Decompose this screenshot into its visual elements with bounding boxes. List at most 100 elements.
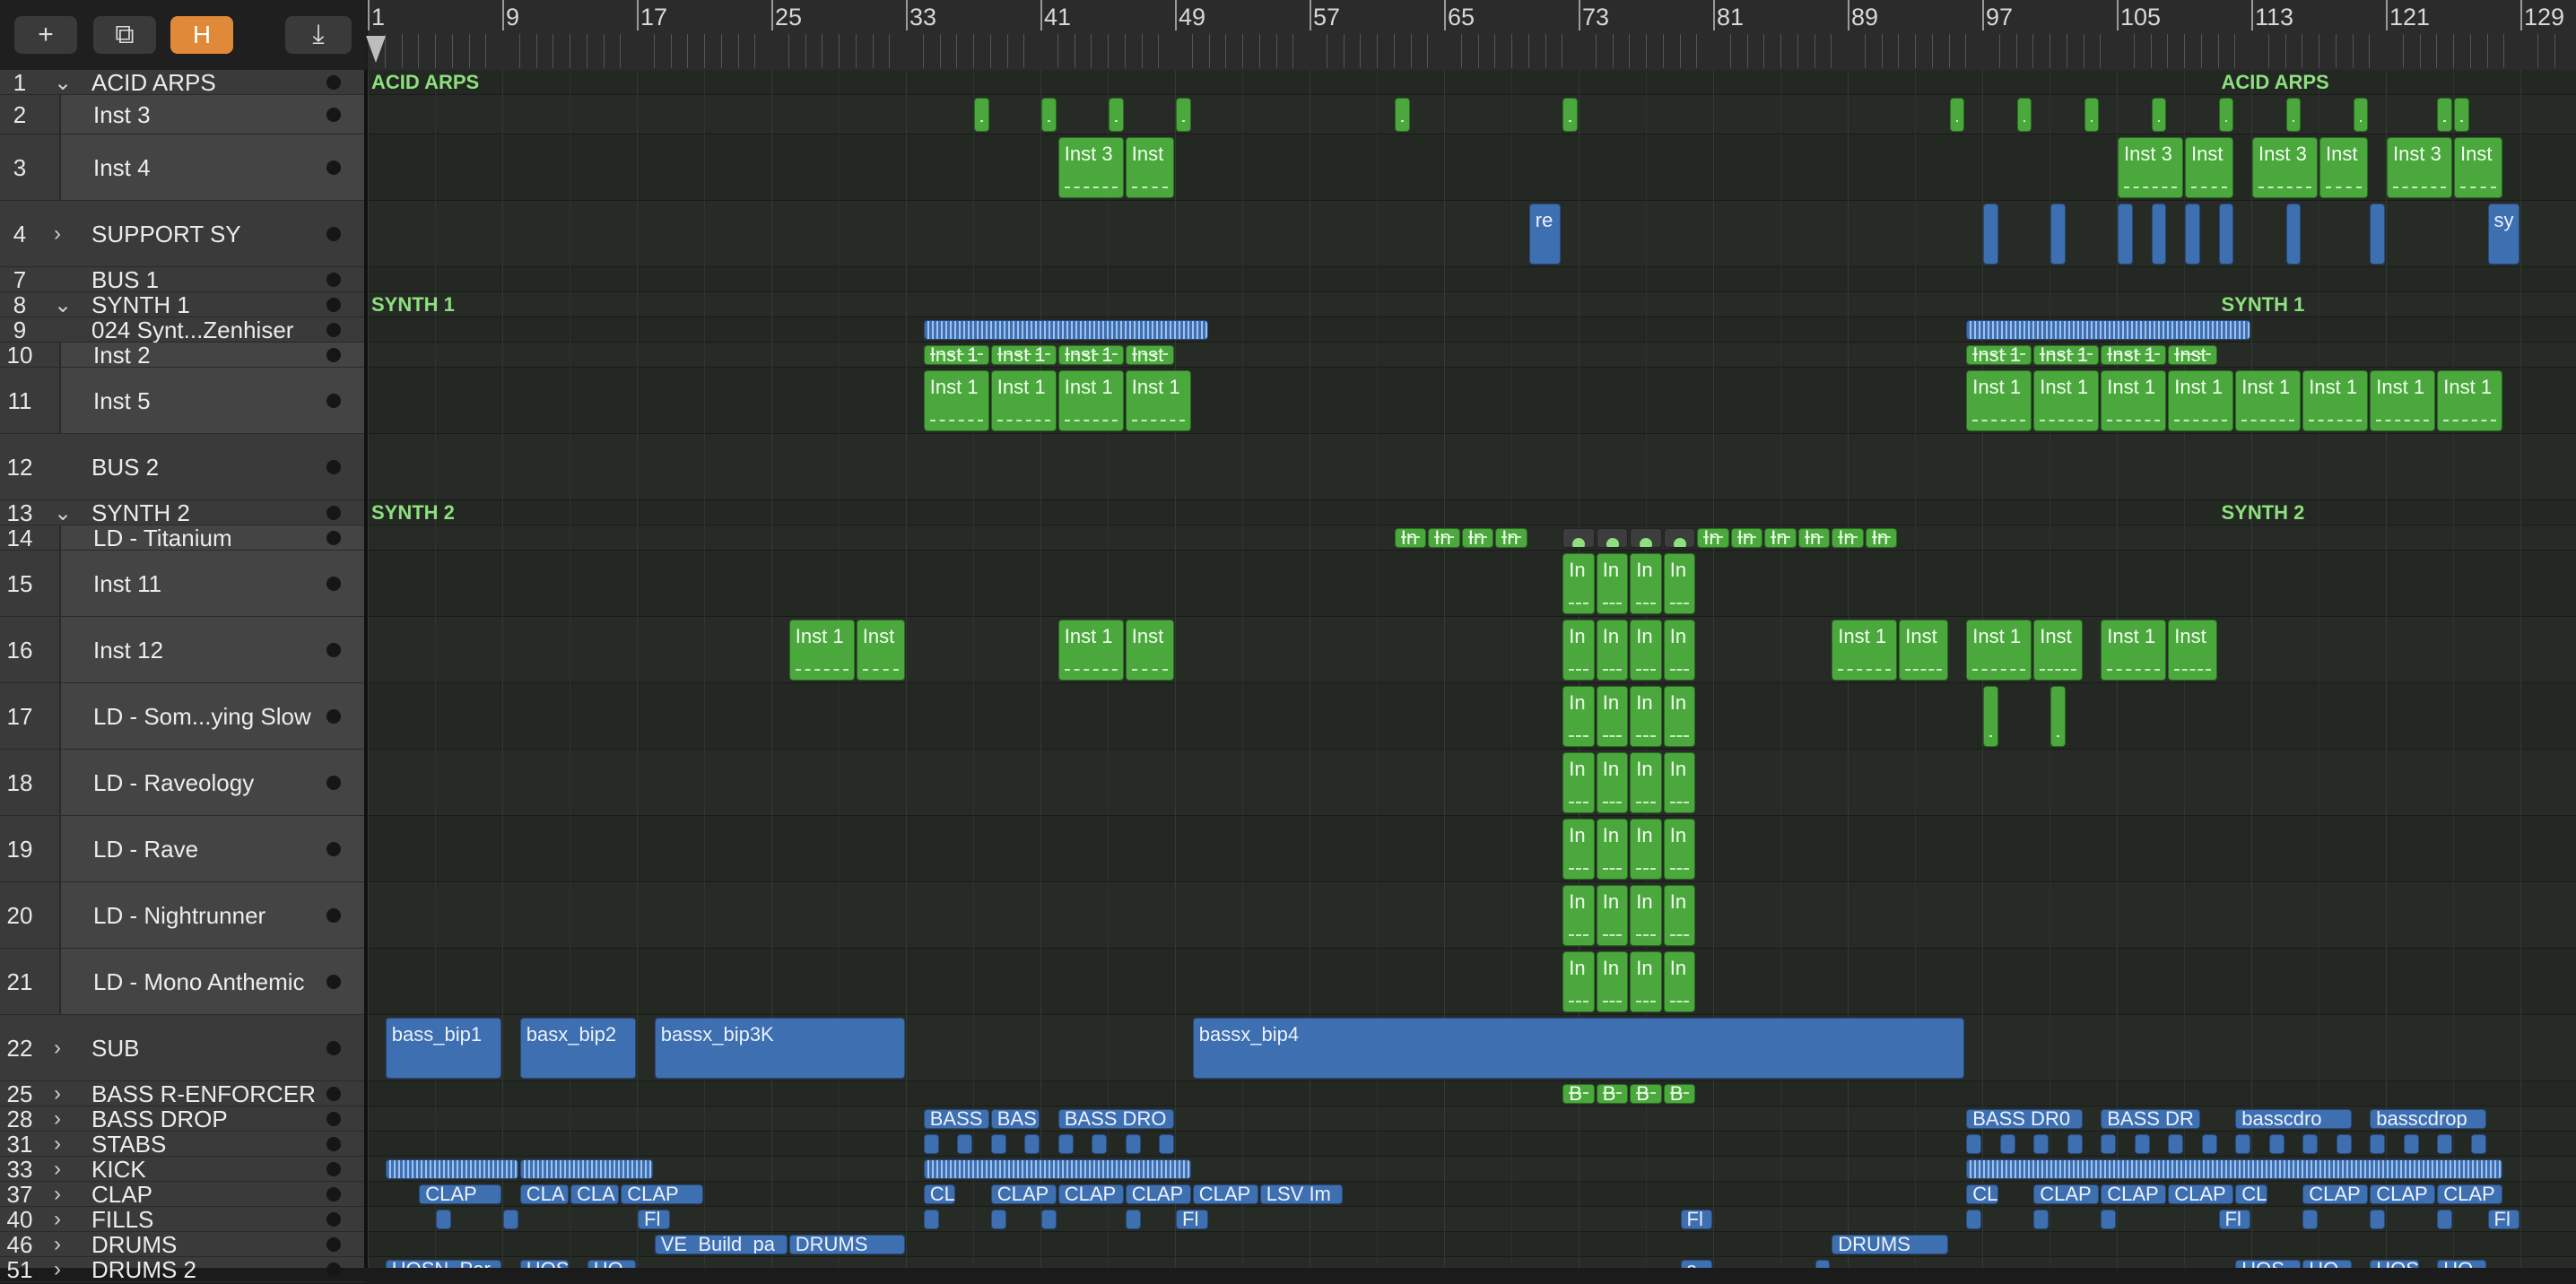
region[interactable]: Inst <box>2168 345 2217 365</box>
region[interactable]: CLAP <box>2370 1184 2436 1204</box>
record-enable-icon[interactable] <box>326 1262 341 1277</box>
region[interactable]: Inst <box>2033 620 2083 681</box>
region[interactable]: basscdro <box>2235 1109 2352 1129</box>
region[interactable]: Inst 1 <box>1832 620 1898 681</box>
region[interactable]: In <box>1832 528 1864 548</box>
region[interactable]: Inst 1 <box>2235 370 2302 431</box>
region[interactable]: In <box>1797 528 1831 548</box>
region[interactable]: Inst <box>1899 620 1948 681</box>
region[interactable]: Inst 1 <box>2101 345 2167 365</box>
region[interactable]: Inst <box>856 620 905 681</box>
record-enable-icon[interactable] <box>326 1137 341 1151</box>
region[interactable]: In <box>1663 686 1696 747</box>
track-name[interactable]: FILLS <box>91 1206 323 1234</box>
region[interactable]: Inst 3 <box>2118 137 2183 198</box>
region[interactable]: re <box>1528 204 1562 265</box>
chevron-right-icon[interactable]: › <box>54 1106 61 1132</box>
region[interactable]: Inst 1 <box>923 370 989 431</box>
track-header-18[interactable]: 18 LD - Raveology <box>0 750 366 816</box>
region[interactable]: Inst 3 <box>2387 137 2452 198</box>
record-enable-icon[interactable] <box>326 1212 341 1227</box>
region[interactable]: In <box>1495 528 1527 548</box>
region[interactable] <box>1663 528 1696 548</box>
region[interactable] <box>1092 1134 1107 1154</box>
track-name[interactable]: STABS <box>91 1131 323 1158</box>
region[interactable] <box>1041 1210 1057 1229</box>
region[interactable] <box>1041 98 1057 132</box>
record-enable-icon[interactable] <box>326 709 341 724</box>
region[interactable]: basscdrop <box>2370 1109 2486 1129</box>
region[interactable]: Inst 1 <box>2033 345 2100 365</box>
track-header-12[interactable]: 12 BUS 2 <box>0 434 366 500</box>
record-enable-icon[interactable] <box>326 160 341 175</box>
region[interactable] <box>436 1210 451 1229</box>
region[interactable]: In <box>1630 951 1662 1012</box>
region[interactable]: In <box>1730 528 1763 548</box>
chevron-right-icon[interactable]: › <box>54 1182 61 1207</box>
bar-ruler[interactable]: 1 9 17 25 33 41 49 57 65 73 81 89 97 105 113 121 129 <box>368 0 2576 72</box>
track-header-46[interactable]: 46 › DRUMS <box>0 1231 366 1258</box>
chevron-right-icon[interactable]: › <box>54 1081 61 1106</box>
region[interactable]: bass_bip1 <box>385 1018 501 1079</box>
record-enable-icon[interactable] <box>326 776 341 790</box>
region[interactable] <box>2050 686 2066 747</box>
region[interactable]: CLAP <box>419 1184 501 1204</box>
record-enable-icon[interactable] <box>326 1162 341 1176</box>
region[interactable]: Inst <box>2168 620 2217 681</box>
region[interactable]: DRUMS <box>1832 1235 1948 1254</box>
track-name[interactable]: 024 Synt...Zenhiser <box>91 317 323 344</box>
chevron-right-icon[interactable]: › <box>54 1036 61 1061</box>
region[interactable]: BASS <box>923 1109 989 1129</box>
region[interactable] <box>1159 1134 1174 1154</box>
region[interactable] <box>2168 1134 2183 1154</box>
region[interactable]: B <box>1596 1084 1629 1104</box>
region[interactable] <box>1983 204 1998 265</box>
region[interactable]: bassx_bip4 <box>1192 1018 1965 1079</box>
region[interactable] <box>2218 98 2234 132</box>
track-lane[interactable] <box>368 882 2576 949</box>
record-enable-icon[interactable] <box>326 298 341 312</box>
track-header-14[interactable]: 14 LD - Titanium <box>0 525 366 551</box>
download-button[interactable]: ⤓ <box>285 16 352 54</box>
folder-region-label[interactable]: SYNTH 1 <box>371 293 455 317</box>
region[interactable] <box>2454 98 2469 132</box>
region[interactable]: In <box>1562 819 1595 880</box>
track-lane[interactable] <box>368 816 2576 882</box>
folder-region-label[interactable]: SYNTH 2 <box>371 501 455 525</box>
region[interactable] <box>1630 528 1662 548</box>
track-name[interactable]: SYNTH 1 <box>91 291 323 319</box>
region[interactable]: B <box>1630 1084 1662 1104</box>
record-enable-icon[interactable] <box>326 227 341 241</box>
track-header-2[interactable]: 2 Inst 3 <box>0 95 366 134</box>
region[interactable]: Inst 1 <box>1966 620 2032 681</box>
region[interactable]: CLAP <box>1125 1184 1191 1204</box>
region[interactable]: In <box>1562 885 1595 946</box>
track-lane[interactable] <box>368 134 2576 201</box>
record-enable-icon[interactable] <box>326 842 341 856</box>
region[interactable] <box>519 1159 653 1179</box>
region[interactable]: CLAP <box>2033 1184 2100 1204</box>
region[interactable] <box>2285 204 2302 265</box>
region[interactable] <box>2302 1210 2318 1229</box>
region[interactable] <box>2151 98 2167 132</box>
record-enable-icon[interactable] <box>326 643 341 657</box>
region[interactable]: HO <box>2302 1260 2352 1268</box>
track-lane[interactable] <box>368 617 2576 683</box>
region[interactable] <box>1966 1210 1981 1229</box>
region[interactable]: In <box>1630 819 1662 880</box>
region[interactable]: In <box>1562 620 1595 681</box>
region[interactable] <box>1949 98 1965 132</box>
track-header-9[interactable]: 9 024 Synt...Zenhiser <box>0 317 366 343</box>
region[interactable]: Inst <box>1125 345 1174 365</box>
region[interactable] <box>1966 1134 1981 1154</box>
record-enable-icon[interactable] <box>326 908 341 923</box>
track-name[interactable]: KICK <box>91 1156 323 1184</box>
record-enable-icon[interactable] <box>326 1041 341 1055</box>
region[interactable]: CLAP <box>2168 1184 2234 1204</box>
region[interactable]: Inst 1 <box>2101 370 2167 431</box>
chevron-right-icon[interactable]: › <box>54 1157 61 1182</box>
region[interactable]: Inst <box>2185 137 2234 198</box>
folder-region-label[interactable]: ACID ARPS <box>371 71 479 94</box>
track-name[interactable]: Inst 2 <box>93 342 323 369</box>
region[interactable]: CL <box>2235 1184 2267 1204</box>
